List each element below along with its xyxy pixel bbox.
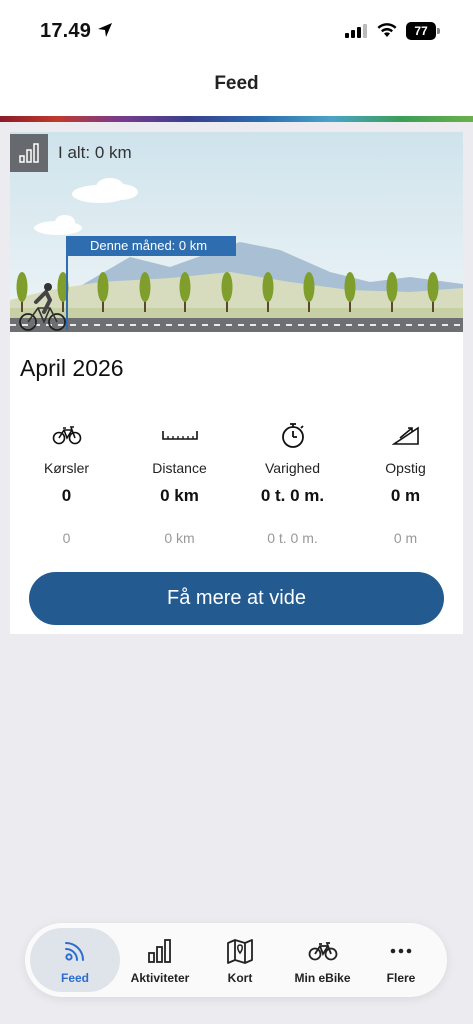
battery-icon: 77: [406, 22, 440, 40]
stat-ascent: Opstig 0 m 0 m: [349, 420, 462, 546]
header: Feed: [0, 60, 473, 116]
stat-label: Opstig: [385, 460, 426, 476]
stat-value: 0: [61, 486, 72, 505]
nav-label: Min eBike: [294, 971, 351, 985]
stat-previous: 0 m: [393, 530, 418, 546]
location-arrow-icon: [98, 23, 112, 37]
stat-previous: 0: [62, 530, 71, 546]
total-distance-label: I alt: 0 km: [58, 143, 132, 162]
stat-duration: Varighed 0 t. 0 m. 0 t. 0 m.: [236, 420, 349, 546]
monthly-summary-card[interactable]: Denne måned: 0 km I alt: 0 km April 2026…: [10, 132, 463, 634]
map-icon: [227, 939, 253, 964]
bar-chart-icon: [19, 143, 39, 163]
feed-icon: [65, 942, 84, 961]
stats-grid: Kørsler 0 0 Distance 0 km 0 km Varighed …: [10, 420, 463, 550]
nav-label: Flere: [386, 971, 416, 985]
brand-color-stripe: [0, 116, 473, 122]
stat-label: Distance: [152, 460, 207, 476]
ruler-icon: [161, 431, 198, 440]
nav-label: Aktiviteter: [130, 971, 190, 985]
nav-item-map[interactable]: Kort: [200, 923, 280, 997]
stat-previous: 0 km: [164, 530, 195, 546]
month-title: April 2026: [20, 355, 124, 381]
bar-chart-icon: [148, 939, 171, 963]
wifi-icon: [377, 23, 397, 37]
stat-value: 0 m: [390, 486, 421, 505]
bottom-navigation: Feed Aktiviteter Kort Min eBike Flere: [25, 923, 447, 997]
nav-label: Feed: [60, 971, 89, 985]
ride-progress-scene: Denne måned: 0 km I alt: 0 km: [10, 132, 463, 332]
stat-label: Kørsler: [43, 460, 90, 476]
month-distance-flag: Denne måned: 0 km: [68, 236, 236, 256]
stat-value: 0 t. 0 m.: [260, 486, 325, 505]
incline-icon: [391, 426, 419, 445]
stat-previous: 0 t. 0 m.: [267, 530, 318, 546]
stat-distance: Distance 0 km 0 km: [123, 420, 236, 546]
nav-item-my-ebike[interactable]: Min eBike: [280, 923, 365, 997]
stat-rides: Kørsler 0 0: [10, 420, 123, 546]
nav-label: Kort: [227, 971, 253, 985]
ebike-icon: [308, 942, 337, 961]
stat-value: 0 km: [160, 486, 199, 505]
cellular-signal-icon: [345, 24, 367, 38]
bicycle-icon: [52, 426, 81, 445]
learn-more-button[interactable]: Få mere at vide: [29, 572, 444, 625]
page-title: Feed: [214, 73, 259, 94]
stopwatch-icon: [281, 423, 304, 448]
total-stats-badge[interactable]: [10, 134, 48, 172]
status-time: 17.49: [40, 20, 92, 42]
battery-level: 77: [406, 22, 436, 40]
status-bar: 17.49 77: [0, 0, 473, 60]
nav-item-activities[interactable]: Aktiviteter: [120, 923, 200, 997]
more-dots-icon: [390, 948, 412, 954]
nav-item-more[interactable]: Flere: [360, 923, 442, 997]
nav-item-feed[interactable]: Feed: [30, 923, 120, 997]
stat-label: Varighed: [264, 460, 320, 476]
